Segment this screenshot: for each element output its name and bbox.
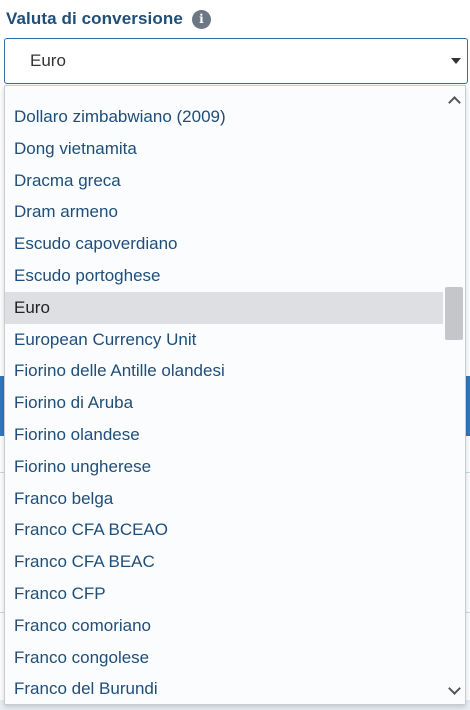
dropdown-option[interactable]: Escudo portoghese (5, 260, 443, 292)
chevron-down-icon[interactable] (443, 680, 465, 700)
caret-down-icon (451, 58, 461, 64)
dropdown-option[interactable]: Franco CFP (5, 578, 443, 610)
currency-conversion-panel: Valuta di conversione i Euro Dollaro zim… (0, 0, 470, 710)
info-icon[interactable]: i (191, 9, 211, 29)
dropdown-option[interactable]: Dollaro zimbabwiano (2009) (5, 101, 443, 133)
field-label-row: Valuta di conversione i (6, 6, 211, 32)
currency-select[interactable]: Euro (4, 38, 468, 84)
dropdown-option[interactable]: Franco del Burundi (5, 673, 443, 704)
currency-dropdown-list[interactable]: Dollaro zimbabwiano (2009) Dong vietnamit… (4, 85, 466, 705)
dropdown-option[interactable]: Fiorino ungherese (5, 451, 443, 483)
dropdown-option-selected[interactable]: Euro (5, 291, 443, 324)
dropdown-option[interactable]: Franco CFA BEAC (5, 546, 443, 578)
dropdown-option[interactable]: Dong vietnamita (5, 133, 443, 165)
dropdown-option[interactable]: Franco belga (5, 483, 443, 515)
dropdown-option[interactable]: Fiorino delle Antille olandesi (5, 355, 443, 387)
dropdown-option[interactable]: Franco congolese (5, 642, 443, 674)
dropdown-option[interactable]: Franco CFA BCEAO (5, 514, 443, 546)
dropdown-options: Dollaro zimbabwiano (2009) Dong vietnamit… (5, 101, 443, 704)
field-label: Valuta di conversione (6, 9, 183, 28)
scrollbar-thumb[interactable] (445, 287, 463, 340)
dropdown-option[interactable]: Franco comoriano (5, 610, 443, 642)
dropdown-option[interactable]: Fiorino olandese (5, 419, 443, 451)
select-current-value: Euro (30, 51, 66, 70)
dropdown-option[interactable]: European Currency Unit (5, 324, 443, 356)
dropdown-option[interactable]: Escudo capoverdiano (5, 228, 443, 260)
chevron-up-icon[interactable] (443, 90, 465, 110)
dropdown-option[interactable]: Dracma greca (5, 165, 443, 197)
dropdown-option[interactable]: Dram armeno (5, 196, 443, 228)
dropdown-scrollbar[interactable] (443, 86, 465, 704)
dropdown-option[interactable]: Fiorino di Aruba (5, 387, 443, 419)
